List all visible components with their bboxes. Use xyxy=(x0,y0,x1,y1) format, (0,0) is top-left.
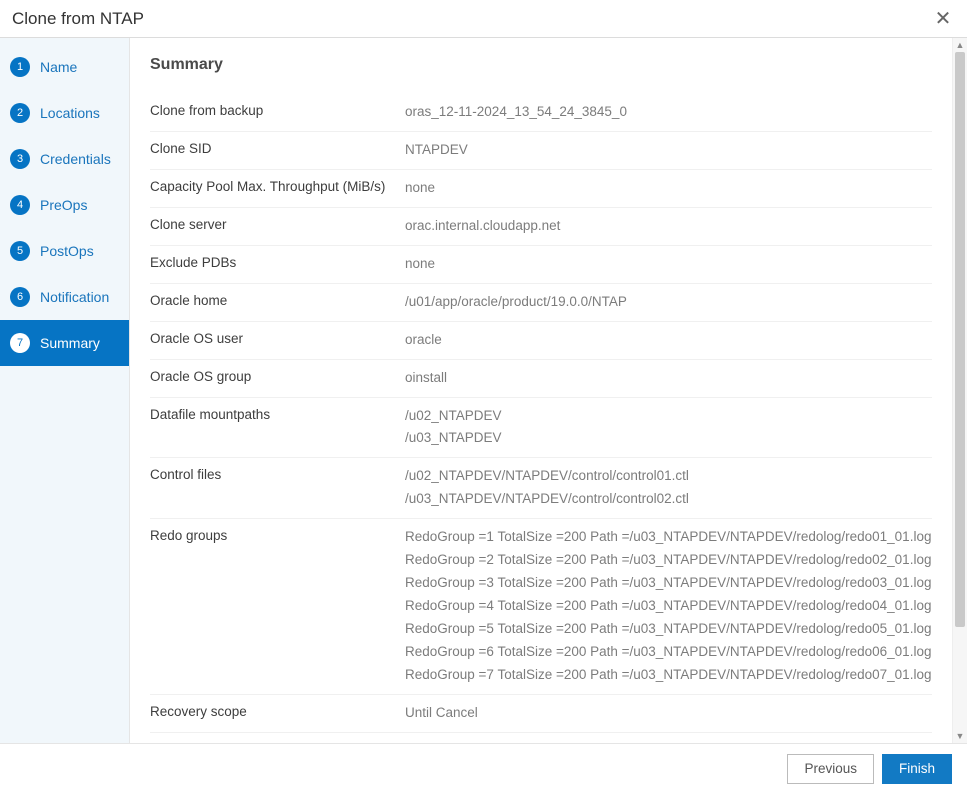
step-label: PreOps xyxy=(40,197,87,213)
summary-value-line: NTAPDEV xyxy=(405,139,932,162)
summary-value: /u01/app/oracle/product/19.0.0/NTAP xyxy=(405,291,932,314)
vertical-scrollbar[interactable]: ▲ ▼ xyxy=(952,38,967,743)
wizard-step-credentials[interactable]: 3 Credentials xyxy=(0,136,129,182)
summary-value-line: /u03_NTAPDEV xyxy=(405,427,932,450)
summary-value-line: RedoGroup =4 TotalSize =200 Path =/u03_N… xyxy=(405,595,932,618)
step-number-icon: 2 xyxy=(10,103,30,123)
summary-rows: Clone from backuporas_12-11-2024_13_54_2… xyxy=(150,94,932,743)
step-label: Credentials xyxy=(40,151,111,167)
summary-value: none xyxy=(405,740,932,743)
summary-label: Oracle home xyxy=(150,291,405,311)
summary-label: Exclude PDBs xyxy=(150,253,405,273)
summary-row: Datafile mountpaths/u02_NTAPDEV/u03_NTAP… xyxy=(150,397,932,458)
wizard-sidebar: 1 Name 2 Locations 3 Credentials 4 PreOps 5 PostO… xyxy=(0,38,130,743)
wizard-step-name[interactable]: 1 Name xyxy=(0,44,129,90)
page-title: Summary xyxy=(150,56,932,74)
summary-value-line: RedoGroup =6 TotalSize =200 Path =/u03_N… xyxy=(405,641,932,664)
finish-button[interactable]: Finish xyxy=(882,754,952,784)
summary-row: Recovery scopeUntil Cancel xyxy=(150,694,932,732)
summary-label: Oracle OS group xyxy=(150,367,405,387)
summary-label: Clone server xyxy=(150,215,405,235)
summary-value-line: oinstall xyxy=(405,367,932,390)
summary-value-line: RedoGroup =2 TotalSize =200 Path =/u03_N… xyxy=(405,549,932,572)
summary-value-line: none xyxy=(405,740,932,743)
summary-row: Clone SIDNTAPDEV xyxy=(150,131,932,169)
scroll-up-icon[interactable]: ▲ xyxy=(953,38,967,52)
summary-value: oracle xyxy=(405,329,932,352)
summary-value: oinstall xyxy=(405,367,932,390)
step-label: Notification xyxy=(40,289,109,305)
summary-row: Redo groupsRedoGroup =1 TotalSize =200 P… xyxy=(150,518,932,694)
summary-value-line: oras_12-11-2024_13_54_24_3845_0 xyxy=(405,101,932,124)
window-title: Clone from NTAP xyxy=(12,9,931,29)
wizard-step-summary[interactable]: 7 Summary xyxy=(0,320,129,366)
scroll-thumb[interactable] xyxy=(955,52,965,627)
step-number-icon: 7 xyxy=(10,333,30,353)
summary-value: none xyxy=(405,253,932,276)
summary-value: /u02_NTAPDEV/NTAPDEV/control/control01.c… xyxy=(405,465,932,511)
wizard-step-preops[interactable]: 4 PreOps xyxy=(0,182,129,228)
summary-row: Prescript full pathnone xyxy=(150,732,932,743)
summary-value-line: RedoGroup =5 TotalSize =200 Path =/u03_N… xyxy=(405,618,932,641)
step-label: Name xyxy=(40,59,77,75)
summary-value-line: oracle xyxy=(405,329,932,352)
summary-value-line: /u03_NTAPDEV/NTAPDEV/control/control02.c… xyxy=(405,488,932,511)
step-label: Summary xyxy=(40,335,100,351)
summary-label: Recovery scope xyxy=(150,702,405,722)
wizard-step-postops[interactable]: 5 PostOps xyxy=(0,228,129,274)
summary-label: Clone SID xyxy=(150,139,405,159)
step-number-icon: 1 xyxy=(10,57,30,77)
summary-value: Until Cancel xyxy=(405,702,932,725)
summary-value-line: none xyxy=(405,177,932,200)
summary-value-line: Until Cancel xyxy=(405,702,932,725)
step-label: Locations xyxy=(40,105,100,121)
wizard-footer: Previous Finish xyxy=(0,743,967,793)
summary-label: Oracle OS user xyxy=(150,329,405,349)
summary-row: Oracle OS useroracle xyxy=(150,321,932,359)
summary-value: /u02_NTAPDEV/u03_NTAPDEV xyxy=(405,405,932,451)
summary-value-line: RedoGroup =7 TotalSize =200 Path =/u03_N… xyxy=(405,664,932,687)
summary-value-line: /u01/app/oracle/product/19.0.0/NTAP xyxy=(405,291,932,314)
summary-row: Clone serverorac.internal.cloudapp.net xyxy=(150,207,932,245)
summary-label: Redo groups xyxy=(150,526,405,546)
summary-label: Clone from backup xyxy=(150,101,405,121)
summary-value: none xyxy=(405,177,932,200)
summary-value-line: RedoGroup =1 TotalSize =200 Path =/u03_N… xyxy=(405,526,932,549)
scroll-track[interactable] xyxy=(955,52,965,729)
step-number-icon: 3 xyxy=(10,149,30,169)
title-bar: Clone from NTAP ✕ xyxy=(0,0,967,38)
summary-value: oras_12-11-2024_13_54_24_3845_0 xyxy=(405,101,932,124)
summary-value-line: /u02_NTAPDEV xyxy=(405,405,932,428)
summary-label: Control files xyxy=(150,465,405,485)
summary-value-line: RedoGroup =3 TotalSize =200 Path =/u03_N… xyxy=(405,572,932,595)
summary-value: NTAPDEV xyxy=(405,139,932,162)
summary-value-line: none xyxy=(405,253,932,276)
summary-row: Oracle home/u01/app/oracle/product/19.0.… xyxy=(150,283,932,321)
step-number-icon: 6 xyxy=(10,287,30,307)
step-number-icon: 4 xyxy=(10,195,30,215)
scroll-down-icon[interactable]: ▼ xyxy=(953,729,967,743)
summary-label: Capacity Pool Max. Throughput (MiB/s) xyxy=(150,177,405,197)
summary-value-line: /u02_NTAPDEV/NTAPDEV/control/control01.c… xyxy=(405,465,932,488)
summary-value: RedoGroup =1 TotalSize =200 Path =/u03_N… xyxy=(405,526,932,687)
close-icon[interactable]: ✕ xyxy=(931,6,955,31)
summary-label: Datafile mountpaths xyxy=(150,405,405,425)
summary-row: Control files/u02_NTAPDEV/NTAPDEV/contro… xyxy=(150,457,932,518)
summary-value: orac.internal.cloudapp.net xyxy=(405,215,932,238)
summary-row: Oracle OS groupoinstall xyxy=(150,359,932,397)
wizard-step-notification[interactable]: 6 Notification xyxy=(0,274,129,320)
step-number-icon: 5 xyxy=(10,241,30,261)
summary-value-line: orac.internal.cloudapp.net xyxy=(405,215,932,238)
summary-row: Clone from backuporas_12-11-2024_13_54_2… xyxy=(150,94,932,131)
wizard-step-locations[interactable]: 2 Locations xyxy=(0,90,129,136)
summary-row: Capacity Pool Max. Throughput (MiB/s)non… xyxy=(150,169,932,207)
summary-row: Exclude PDBsnone xyxy=(150,245,932,283)
step-label: PostOps xyxy=(40,243,94,259)
summary-panel: Summary Clone from backuporas_12-11-2024… xyxy=(130,38,952,743)
summary-label: Prescript full path xyxy=(150,740,405,743)
previous-button[interactable]: Previous xyxy=(787,754,874,784)
